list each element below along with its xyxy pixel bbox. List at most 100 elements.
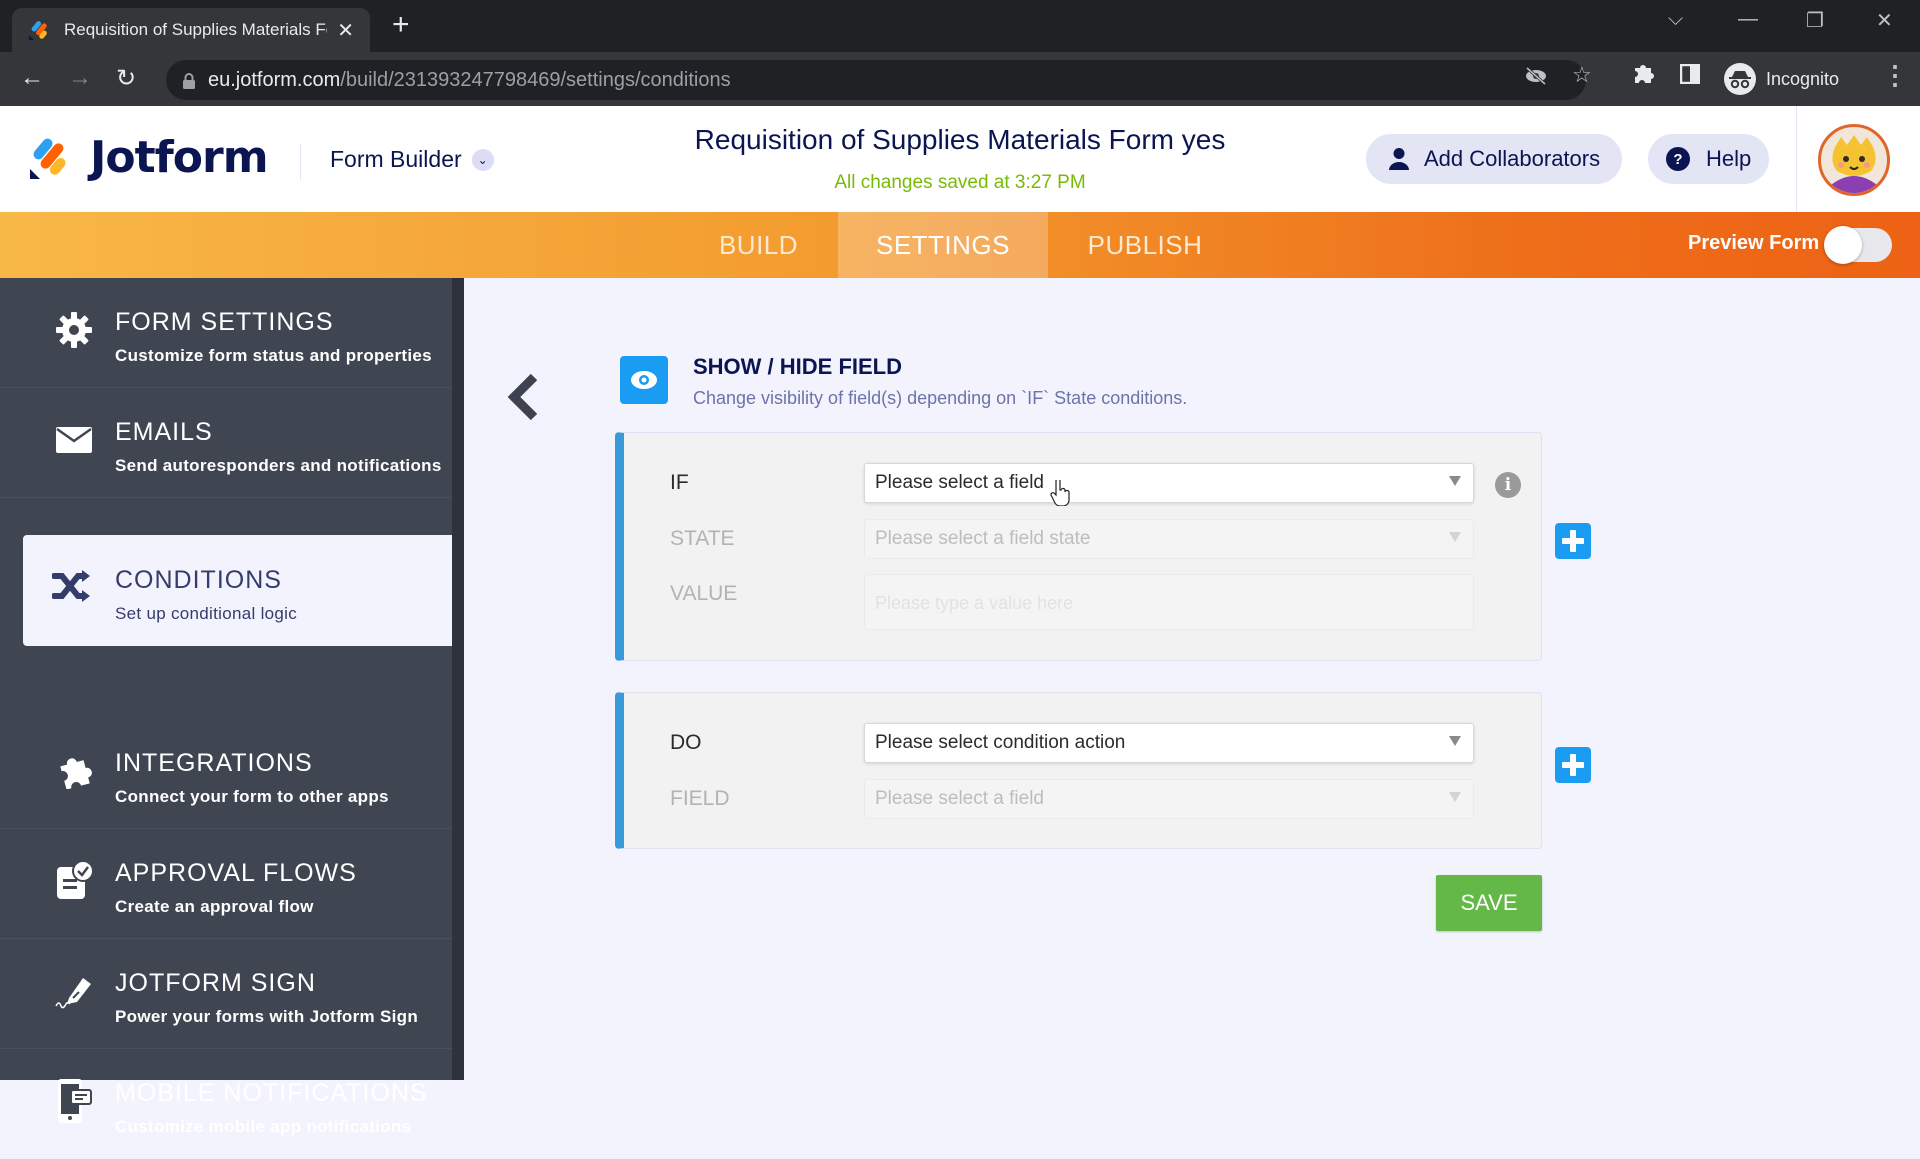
sidebar-item-integrations[interactable]: INTEGRATIONS Connect your form to other …: [0, 719, 452, 829]
tracking-protection-eye-off-icon[interactable]: [1524, 66, 1548, 92]
sidebar-item-desc: Connect your form to other apps: [115, 787, 389, 806]
preview-form-label: Preview Form: [1688, 232, 1820, 254]
target-field-placeholder: Please select a field: [875, 788, 1044, 809]
tab-publish[interactable]: PUBLISH: [1048, 212, 1242, 278]
browser-tab-title: Requisition of Supplies Materials Form y…: [64, 20, 327, 39]
pen-icon: [52, 969, 96, 1013]
help-question-icon: ?: [1666, 147, 1690, 171]
sidebar-item-form-settings[interactable]: FORM SETTINGS Customize form status and …: [0, 278, 452, 388]
preview-form-toggle[interactable]: [1824, 226, 1892, 264]
plus-icon: [1562, 754, 1584, 776]
tab-settings[interactable]: SETTINGS: [838, 212, 1048, 278]
if-condition-panel: IF Please select a field STATE Please se…: [615, 432, 1542, 661]
extensions-puzzle-icon[interactable]: [1632, 62, 1654, 90]
forward-arrow-icon[interactable]: →: [68, 64, 92, 92]
back-chevron-icon[interactable]: [504, 372, 544, 422]
new-tab-icon[interactable]: +: [392, 10, 410, 40]
address-bar-row: ← → ↻ eu.jotform.com/build/2313932477984…: [0, 52, 1920, 106]
plus-icon: [1562, 530, 1584, 552]
sidebar-item-desc: Customize mobile app notifications: [115, 1117, 412, 1136]
sidebar-item-approval-flows[interactable]: APPROVAL FLOWS Create an approval flow: [0, 829, 452, 939]
bookmark-star-icon[interactable]: ☆: [1572, 62, 1592, 88]
state-placeholder: Please select a field state: [875, 528, 1091, 549]
dropdown-arrow-icon: [1449, 792, 1461, 802]
incognito-label: Incognito: [1766, 68, 1840, 89]
avatar-character-icon: [1831, 135, 1877, 193]
url-input[interactable]: eu.jotform.com/build/231393247798469/set…: [166, 60, 1586, 100]
sidebar-item-jotform-sign[interactable]: JOTFORM SIGN Power your forms with Jotfo…: [0, 939, 452, 1049]
user-avatar[interactable]: [1818, 124, 1890, 196]
browser-tab[interactable]: Requisition of Supplies Materials Form y…: [12, 8, 370, 52]
do-action-value: Please select condition action: [875, 732, 1126, 753]
do-action-select[interactable]: Please select condition action: [864, 723, 1474, 763]
form-title[interactable]: Requisition of Supplies Materials Form y…: [560, 124, 1360, 156]
sidebar-item-title: JOTFORM SIGN: [115, 969, 316, 997]
settings-sidebar: FORM SETTINGS Customize form status and …: [0, 278, 452, 1136]
form-builder-menu[interactable]: Form Builder ⌄: [330, 146, 494, 173]
sidebar-item-mobile-notifications[interactable]: MOBILE NOTIFICATIONS Customize mobile ap…: [0, 1049, 452, 1159]
condition-type-description: Change visibility of field(s) depending …: [693, 388, 1188, 408]
logo-text: Jotform: [90, 132, 269, 183]
sidebar-item-desc: Power your forms with Jotform Sign: [115, 1007, 419, 1026]
close-tab-icon[interactable]: ✕: [337, 18, 354, 43]
url-host: eu.jotform.com: [208, 68, 341, 91]
shuffle-icon: [51, 568, 92, 609]
sidebar-item-conditions-active[interactable]: CONDITIONS Set up conditional logic: [23, 536, 452, 646]
side-panel-icon[interactable]: [1679, 63, 1701, 90]
add-do-action-button[interactable]: [1555, 747, 1591, 783]
builder-nav-bar: BUILD SETTINGS PUBLISH Preview Form: [0, 212, 1920, 278]
user-icon: [1389, 148, 1409, 170]
state-select[interactable]: Please select a field state: [864, 519, 1474, 559]
incognito-profile-button[interactable]: Incognito: [1718, 58, 1860, 100]
mobile-icon: [52, 1079, 96, 1123]
value-placeholder: Please type a value here: [875, 593, 1074, 613]
save-button[interactable]: SAVE: [1436, 875, 1542, 931]
app-header: Jotform Form Builder ⌄ Requisition of Su…: [0, 106, 1920, 212]
window-close-icon[interactable]: ✕: [1876, 8, 1893, 33]
gear-icon: [52, 308, 96, 352]
sidebar-item-title: FORM SETTINGS: [115, 308, 334, 336]
dropdown-arrow-icon: [1449, 532, 1461, 542]
url-path: /build/231393247798469/settings/conditio…: [340, 68, 731, 91]
pointer-cursor-icon: [1050, 478, 1070, 511]
if-field-select[interactable]: Please select a field: [864, 463, 1474, 503]
sidebar-item-title: INTEGRATIONS: [115, 749, 313, 777]
toggle-knob: [1824, 226, 1862, 264]
browser-menu-icon[interactable]: ⋮: [1882, 60, 1908, 91]
help-label: Help: [1706, 146, 1752, 171]
info-icon[interactable]: i: [1495, 472, 1521, 498]
back-arrow-icon[interactable]: ←: [20, 64, 44, 92]
tab-search-chevron-icon[interactable]: ⌵: [1668, 8, 1683, 31]
help-button[interactable]: ? Help: [1648, 134, 1770, 184]
sidebar-item-desc: Customize form status and properties: [115, 346, 432, 365]
sidebar-item-title: APPROVAL FLOWS: [115, 859, 357, 887]
sidebar-item-title: CONDITIONS: [115, 566, 282, 594]
tab-build[interactable]: BUILD: [680, 212, 837, 278]
value-label: VALUE: [670, 582, 738, 605]
dropdown-arrow-icon: [1449, 476, 1461, 486]
sidebar-item-desc: Set up conditional logic: [115, 604, 298, 623]
add-collaborators-label: Add Collaborators: [1424, 146, 1601, 171]
approval-icon: [52, 859, 96, 903]
target-field-select[interactable]: Please select a field: [864, 779, 1474, 819]
reload-icon[interactable]: ↻: [116, 64, 136, 93]
restore-icon[interactable]: ❐: [1806, 8, 1824, 33]
minimize-icon[interactable]: —: [1738, 8, 1758, 31]
sidebar-item-emails[interactable]: EMAILS Send autoresponders and notificat…: [0, 388, 452, 498]
value-input[interactable]: Please type a value here: [864, 574, 1474, 630]
if-field-value: Please select a field: [875, 472, 1044, 493]
show-hide-eye-icon: [620, 356, 668, 404]
if-label: IF: [670, 471, 689, 494]
incognito-icon: [1724, 63, 1756, 95]
save-status: All changes saved at 3:27 PM: [834, 172, 1086, 193]
sidebar-scrollbar[interactable]: [452, 278, 464, 1080]
field-label: FIELD: [670, 787, 730, 810]
chevron-down-icon: ⌄: [471, 148, 494, 171]
browser-tab-strip: Requisition of Supplies Materials Form y…: [0, 0, 1920, 52]
state-label: STATE: [670, 527, 735, 550]
form-builder-label: Form Builder: [330, 146, 462, 172]
add-collaborators-button[interactable]: Add Collaborators: [1366, 134, 1623, 184]
jotform-logo[interactable]: Jotform: [28, 132, 269, 183]
puzzle-icon: [52, 749, 96, 793]
add-if-condition-button[interactable]: [1555, 523, 1591, 559]
